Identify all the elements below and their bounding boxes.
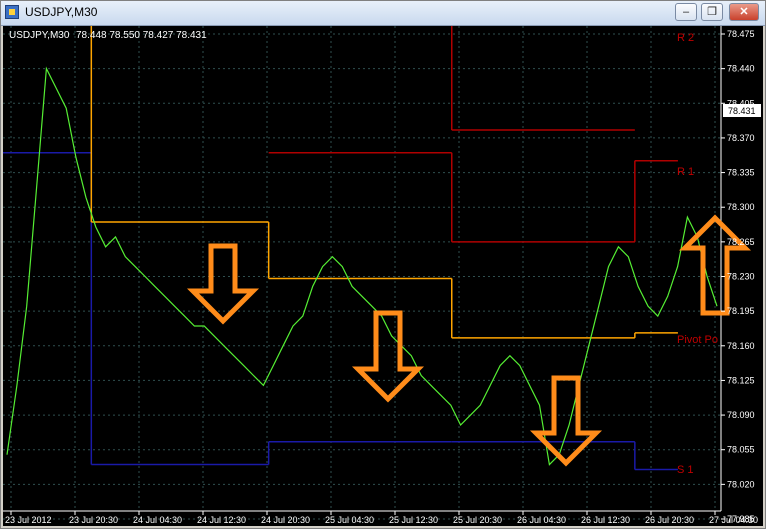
down-arrow-icon xyxy=(351,310,425,403)
minimize-button[interactable]: – xyxy=(675,3,697,21)
time-tick-label: 26 Jul 12:30 xyxy=(581,515,630,525)
price-tick-label: 78.300 xyxy=(727,202,755,212)
ohlc-readout: 78.448 78.550 78.427 78.431 xyxy=(76,30,207,41)
price-tick-label: 78.230 xyxy=(727,272,755,282)
chart-area[interactable]: 78.475 78.440 78.405 78.370 78.335 78.300 78.2… xyxy=(3,26,763,526)
chart-window: USDJPY,M30 – ❐ ✕ 78.475 78.440 78.405 78.37… xyxy=(0,0,766,529)
title-bar[interactable]: USDJPY,M30 – ❐ ✕ xyxy=(1,1,765,26)
price-tick-label: 78.370 xyxy=(727,133,755,143)
price-chart[interactable]: 78.47578.44078.40578.37078.33578.30078.2… xyxy=(3,26,763,526)
price-tick-label: 78.090 xyxy=(727,410,755,420)
s1-label: S 1 xyxy=(677,464,694,476)
price-tick-label: 78.440 xyxy=(727,64,755,74)
price-tick-label: 78.020 xyxy=(727,479,755,489)
price-tick-label: 78.335 xyxy=(727,168,755,178)
price-tick-label: 78.195 xyxy=(727,306,755,316)
price-tick-label: 78.265 xyxy=(727,237,755,247)
price-tick-label: 78.475 xyxy=(727,29,755,39)
time-tick-label: 26 Jul 20:30 xyxy=(645,515,694,525)
time-tick-label: 27 Jul 04:30 xyxy=(709,515,758,525)
r1-label: R 1 xyxy=(677,166,694,178)
window-title: USDJPY,M30 xyxy=(25,5,98,19)
time-tick-label: 23 Jul 2012 xyxy=(5,515,52,525)
price-axis: 78.47578.44078.40578.37078.33578.30078.2… xyxy=(721,29,755,524)
symbol-timeframe-label: USDJPY,M30 xyxy=(9,30,70,41)
time-tick-label: 25 Jul 12:30 xyxy=(389,515,438,525)
price-series-line xyxy=(6,66,718,466)
down-arrow-icon xyxy=(529,375,603,467)
time-tick-label: 24 Jul 04:30 xyxy=(133,515,182,525)
time-tick-label: 24 Jul 20:30 xyxy=(261,515,310,525)
time-tick-label: 25 Jul 20:30 xyxy=(453,515,502,525)
chart-window-icon xyxy=(5,5,19,19)
time-tick-label: 24 Jul 12:30 xyxy=(197,515,246,525)
restore-button[interactable]: ❐ xyxy=(701,3,723,21)
time-axis: 23 Jul 2012 23 Jul 20:30 24 Jul 04:30 24 Ju… xyxy=(5,511,758,525)
current-price-value: 78.431 xyxy=(728,106,756,116)
price-tick-label: 78.160 xyxy=(727,341,755,351)
price-tick-label: 78.055 xyxy=(727,445,755,455)
time-tick-label: 25 Jul 04:30 xyxy=(325,515,374,525)
close-button[interactable]: ✕ xyxy=(729,3,759,21)
pivot-label: Pivot Po xyxy=(677,334,718,346)
down-arrow-icon xyxy=(186,243,260,325)
time-tick-label: 23 Jul 20:30 xyxy=(69,515,118,525)
price-tick-label: 78.125 xyxy=(727,375,755,385)
time-tick-label: 26 Jul 04:30 xyxy=(517,515,566,525)
r2-label: R 2 xyxy=(677,32,694,44)
trend-arrows xyxy=(186,214,752,467)
chart-grid xyxy=(3,26,721,520)
